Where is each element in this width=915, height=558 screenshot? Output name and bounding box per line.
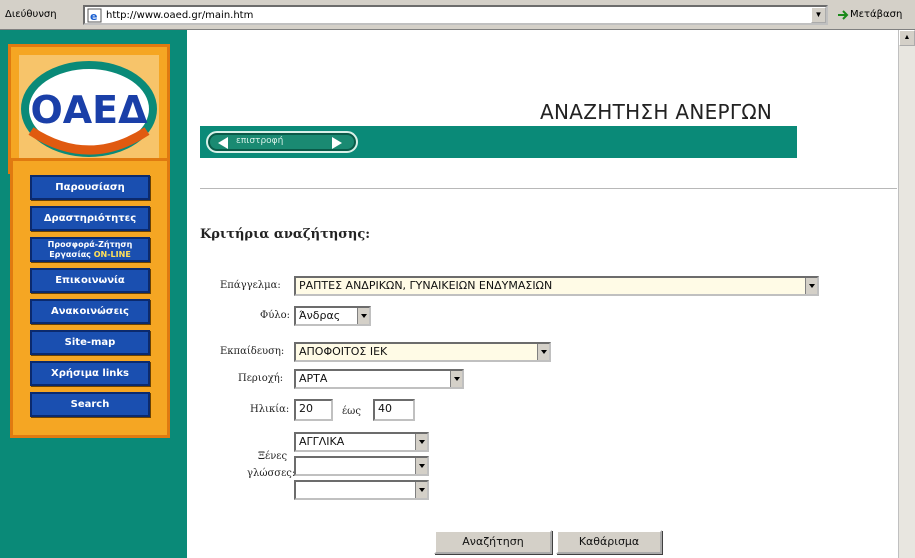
- chevron-down-icon[interactable]: [450, 371, 462, 387]
- gender-value: Άνδρας: [299, 309, 341, 322]
- profession-value: ΡΑΠΤΕΣ ΑΝΔΡΙΚΩΝ, ΓΥΝΑΙΚΕΙΩΝ ΕΝΔΥΜΑΣΙΩΝ: [299, 279, 553, 292]
- back-button-label: επιστροφή: [236, 136, 284, 146]
- back-button[interactable]: επιστροφή: [206, 131, 358, 153]
- chevron-down-icon[interactable]: [415, 482, 427, 498]
- url-text: http://www.oaed.gr/main.htm: [106, 10, 254, 21]
- gender-select[interactable]: Άνδρας: [294, 306, 371, 326]
- header-bar: επιστροφή: [200, 126, 797, 158]
- scrollbar[interactable]: ▲: [898, 30, 915, 558]
- online-badge: ON-LINE: [93, 250, 131, 259]
- arrow-right-icon: [332, 137, 342, 149]
- arrow-left-icon: [218, 137, 228, 149]
- svg-text:e: e: [90, 10, 97, 23]
- sidebar-item-presentation[interactable]: Παρουσίαση: [30, 175, 150, 200]
- sidebar-nav: Παρουσίαση Δραστηριότητες Προσφορά-Ζήτησ…: [10, 158, 170, 438]
- region-label: Περιοχή:: [238, 373, 284, 384]
- logo-frame: ΟΑΕΔ: [8, 44, 170, 174]
- go-button-label[interactable]: Μετάβαση: [850, 9, 902, 20]
- search-criteria-heading: Κριτήρια αναζήτησης:: [200, 227, 371, 242]
- address-bar: Διεύθυνση e http://www.oaed.gr/main.htm …: [0, 0, 915, 30]
- scroll-up-icon[interactable]: ▲: [899, 30, 915, 46]
- sidebar-item-contact[interactable]: Επικοινωνία: [30, 268, 150, 293]
- sidebar-item-label: Εργασίας: [49, 250, 91, 259]
- age-from-input[interactable]: 20: [294, 399, 333, 421]
- sidebar-item-site-map[interactable]: Site-map: [30, 330, 150, 355]
- page-title: ΑΝΑΖΗΤΗΣΗ ΑΝΕΡΓΩΝ: [540, 100, 773, 124]
- region-value: ΑΡΤΑ: [299, 372, 328, 385]
- go-arrow-icon[interactable]: [836, 8, 850, 22]
- languages-label-line1: Ξένες: [258, 451, 288, 462]
- language-select-2[interactable]: [294, 456, 429, 476]
- sidebar: ΟΑΕΔ Παρουσίαση Δραστηριότητες Προσφορά-…: [0, 30, 187, 558]
- chevron-down-icon[interactable]: [415, 458, 427, 474]
- education-value: ΑΠΟΦΟΙΤΟΣ ΙΕΚ: [299, 345, 388, 358]
- sidebar-item-useful-links[interactable]: Χρήσιμα links: [30, 361, 150, 386]
- address-label: Διεύθυνση: [5, 9, 57, 20]
- sidebar-item-search[interactable]: Search: [30, 392, 150, 417]
- language-select-1[interactable]: ΑΓΓΛΙΚΑ: [294, 432, 429, 452]
- chevron-down-icon[interactable]: [415, 434, 427, 450]
- divider: [200, 188, 897, 190]
- gender-label: Φύλο:: [260, 310, 291, 321]
- language-select-3[interactable]: [294, 480, 429, 500]
- sidebar-item-job-supply-demand[interactable]: Προσφορά-Ζήτηση Εργασίας ON-LINE: [30, 237, 150, 262]
- age-to-label: έως: [342, 406, 361, 417]
- age-label: Ηλικία:: [250, 404, 290, 415]
- language-value: ΑΓΓΛΙΚΑ: [299, 435, 345, 448]
- url-dropdown-button[interactable]: ▼: [811, 7, 826, 23]
- oaed-logo[interactable]: ΟΑΕΔ: [19, 55, 159, 163]
- education-label: Εκπαίδευση:: [220, 346, 285, 357]
- education-select[interactable]: ΑΠΟΦΟΙΤΟΣ ΙΕΚ: [294, 342, 551, 362]
- sidebar-item-label: Προσφορά-Ζήτηση: [47, 240, 133, 249]
- browser-window: Διεύθυνση e http://www.oaed.gr/main.htm …: [0, 0, 915, 558]
- url-input[interactable]: e http://www.oaed.gr/main.htm ▼: [83, 5, 828, 25]
- sidebar-item-announcements[interactable]: Ανακοινώσεις: [30, 299, 150, 324]
- region-select[interactable]: ΑΡΤΑ: [294, 369, 464, 389]
- clear-button[interactable]: Καθάρισμα: [556, 530, 662, 554]
- profession-label: Επάγγελμα:: [220, 280, 281, 291]
- page-icon: e: [87, 8, 102, 23]
- chevron-down-icon[interactable]: [357, 308, 369, 324]
- svg-text:ΟΑΕΔ: ΟΑΕΔ: [30, 88, 148, 132]
- age-to-input[interactable]: 40: [373, 399, 415, 421]
- profession-select[interactable]: ΡΑΠΤΕΣ ΑΝΔΡΙΚΩΝ, ΓΥΝΑΙΚΕΙΩΝ ΕΝΔΥΜΑΣΙΩΝ: [294, 276, 819, 296]
- logo-background: ΟΑΕΔ: [19, 55, 159, 163]
- chevron-down-icon[interactable]: [537, 344, 549, 360]
- chevron-down-icon[interactable]: [805, 278, 817, 294]
- sidebar-item-activities[interactable]: Δραστηριότητες: [30, 206, 150, 231]
- languages-label-line2: γλώσσες:: [247, 468, 296, 479]
- search-button[interactable]: Αναζήτηση: [434, 530, 552, 554]
